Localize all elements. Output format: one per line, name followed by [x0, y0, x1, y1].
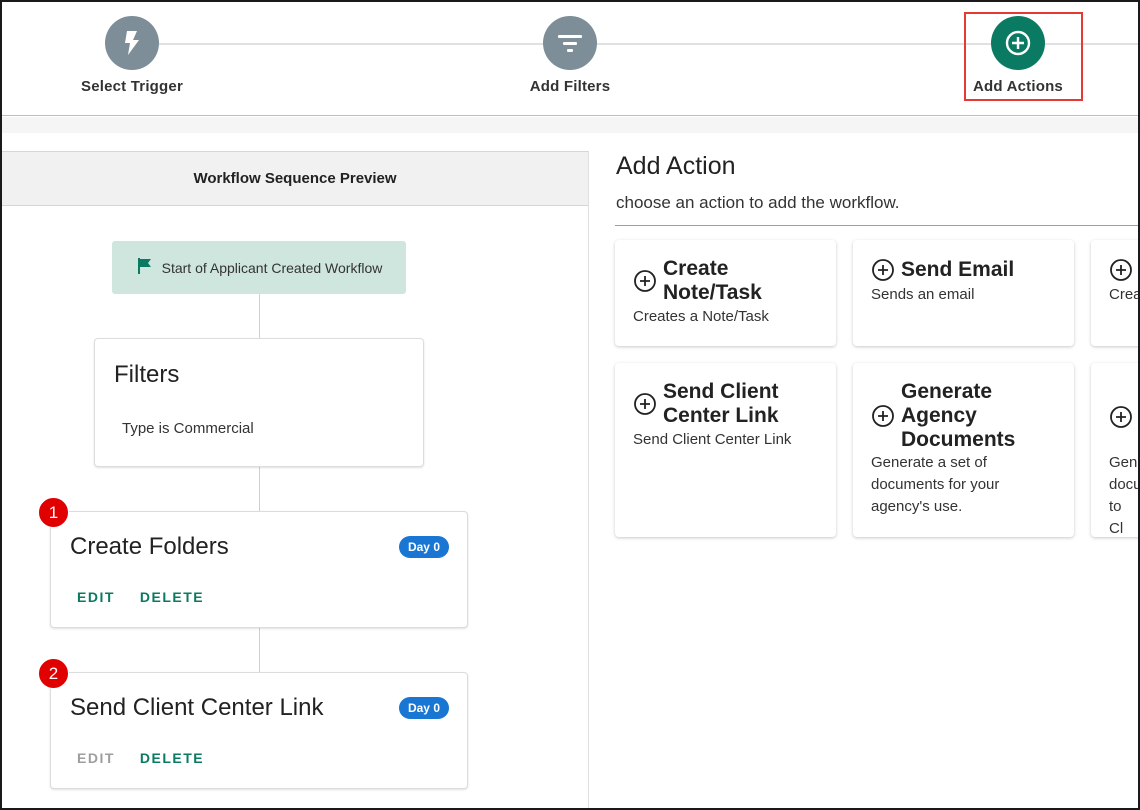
preview-header: Workflow Sequence Preview — [2, 151, 588, 206]
action-title: Send Client Center Link — [70, 694, 324, 721]
connector-line — [259, 628, 260, 672]
tile-name: Generate — [901, 380, 993, 403]
action-tile-partial[interactable]: Crea — [1091, 240, 1140, 346]
delete-button[interactable]: DELETE — [140, 750, 204, 766]
plus-circle-icon — [634, 393, 656, 415]
step-select-trigger[interactable]: Select Trigger — [52, 16, 212, 95]
tile-description: Crea — [1109, 286, 1140, 303]
action-tile-create-note-task[interactable]: Create Note/Task Creates a Note/Task — [615, 240, 836, 346]
tile-name: Agency — [901, 404, 977, 427]
workflow-preview-panel: Workflow Sequence Preview Start of Appli… — [2, 151, 589, 808]
action-tile-send-client-center-link[interactable]: Send Client Center Link Send Client Cent… — [615, 363, 836, 537]
plus-circle-icon — [1110, 259, 1132, 281]
plus-circle-icon — [872, 405, 894, 427]
filters-title: Filters — [114, 361, 180, 388]
add-action-subtitle: choose an action to add the workflow. — [616, 193, 900, 212]
action-card-create-folders: Create Folders Day 0 EDIT DELETE — [50, 511, 468, 628]
filters-card: Filters Type is Commercial — [94, 338, 424, 467]
step-label: Select Trigger — [80, 78, 183, 95]
plus-circle-icon[interactable] — [991, 16, 1045, 70]
plus-circle-icon — [872, 259, 894, 281]
add-action-divider — [615, 225, 1138, 226]
tile-description: Gene docu to Cl — [1109, 454, 1140, 537]
connector-line — [259, 294, 260, 338]
tile-name: Documents — [901, 428, 1016, 451]
start-label: Start of Applicant Created Workflow — [161, 259, 383, 276]
tile-description: Send Client Center Link — [633, 431, 792, 448]
action-tile-send-email[interactable]: Send Email Sends an email — [853, 240, 1074, 346]
flag-icon — [136, 257, 154, 278]
tile-name: Center Link — [663, 404, 779, 427]
day-badge: Day 0 — [398, 536, 449, 558]
edit-button[interactable]: EDIT — [77, 750, 115, 766]
add-action-title: Add Action — [616, 152, 736, 180]
app-frame: Select Trigger Add Filters Add Actions W… — [0, 0, 1140, 810]
filter-icon[interactable] — [543, 16, 597, 70]
action-title: Create Folders — [70, 533, 229, 560]
action-tile-partial[interactable]: Gene docu to Cl — [1091, 363, 1140, 537]
connector-line — [259, 467, 260, 511]
divider-strip — [2, 117, 1138, 133]
step-number-badge: 1 — [38, 497, 69, 528]
plus-circle-icon — [634, 270, 656, 292]
action-card-send-client-center-link: Send Client Center Link Day 0 EDIT DELET… — [50, 672, 468, 789]
tile-name: Send Email — [901, 258, 1015, 281]
day-badge: Day 0 — [398, 697, 449, 719]
plus-circle-icon — [1110, 406, 1132, 428]
tile-name: Send Client — [663, 380, 779, 403]
tile-description: Sends an email — [871, 286, 975, 303]
delete-button[interactable]: DELETE — [140, 589, 204, 605]
action-tile-generate-agency-documents[interactable]: Generate Agency Documents Generate a set… — [853, 363, 1074, 537]
step-number-badge: 2 — [38, 658, 69, 689]
filter-condition: Type is Commercial — [122, 420, 254, 437]
start-node: Start of Applicant Created Workflow — [112, 241, 406, 294]
step-label: Add Filters — [529, 78, 611, 95]
step-add-filters[interactable]: Add Filters — [490, 16, 650, 95]
edit-button[interactable]: EDIT — [77, 589, 115, 605]
lightning-bolt-icon[interactable] — [105, 16, 159, 70]
tile-description: Generate a set of documents for your age… — [871, 454, 1000, 515]
workflow-stepper: Select Trigger Add Filters Add Actions — [2, 2, 1138, 116]
tile-name: Note/Task — [663, 281, 762, 304]
tile-name: Create — [663, 257, 729, 280]
tile-description: Creates a Note/Task — [633, 308, 769, 325]
